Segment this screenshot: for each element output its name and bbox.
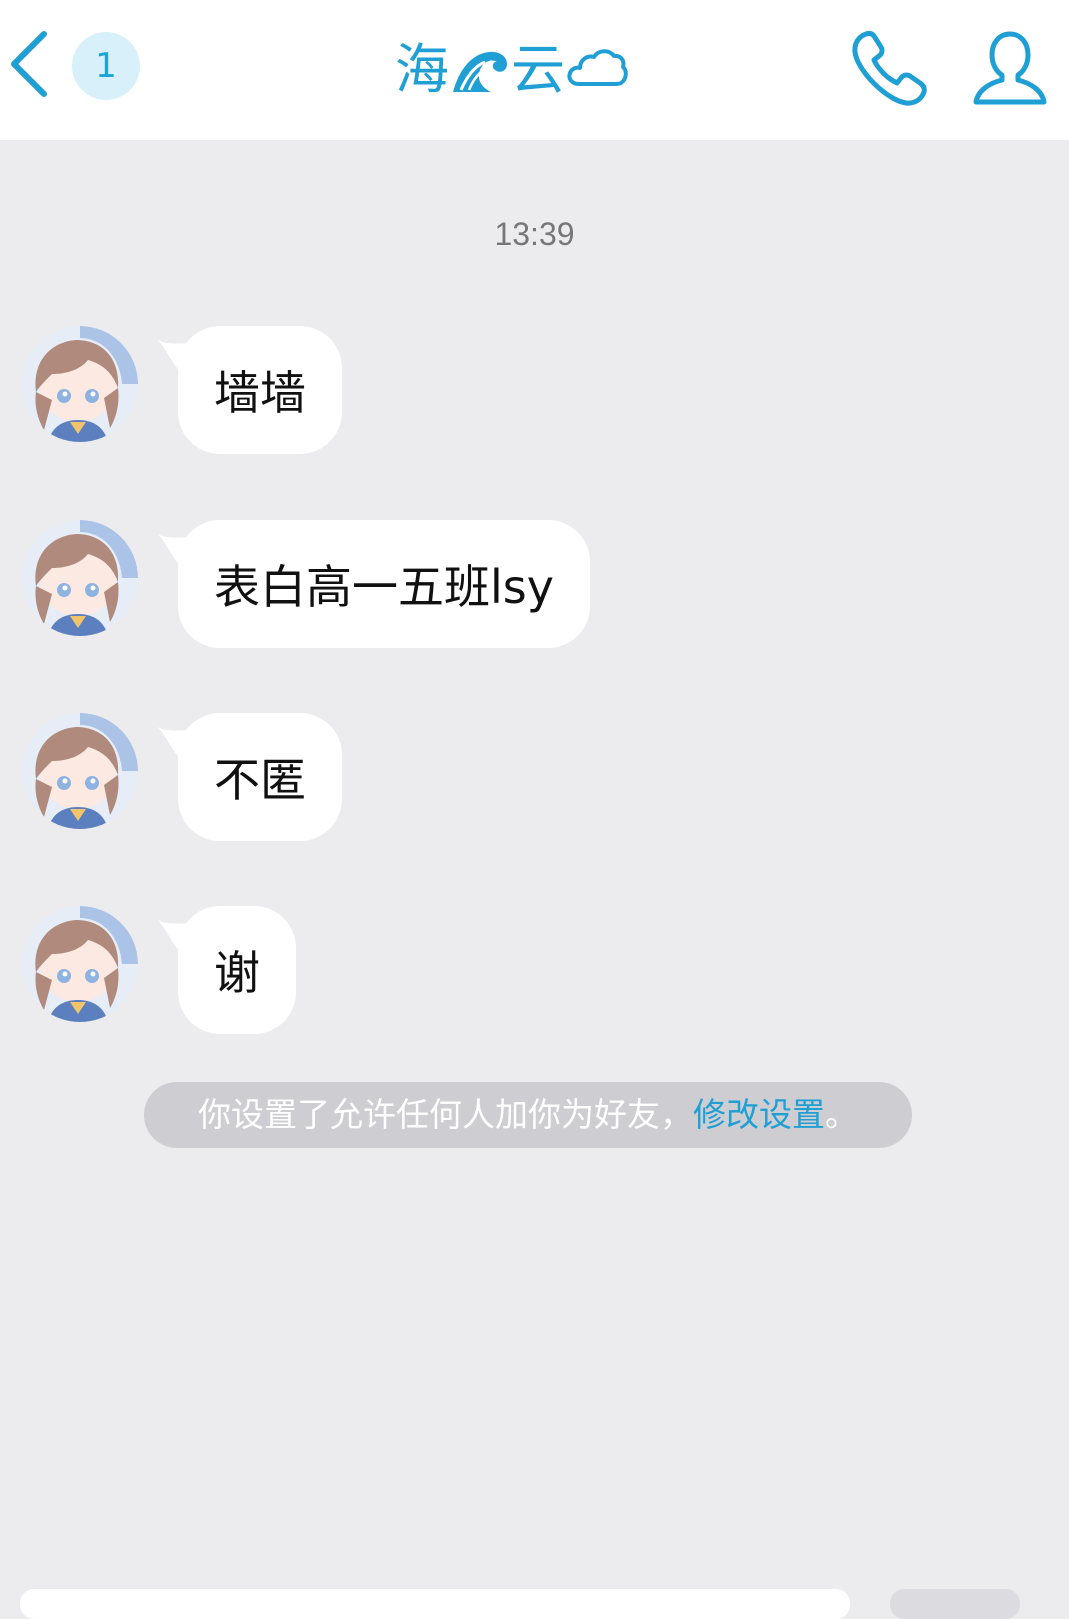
- avatar[interactable]: [22, 326, 138, 442]
- wave-icon: [449, 40, 511, 100]
- message-bubble[interactable]: 谢: [178, 906, 296, 1034]
- message-row: 表白高一五班lsy: [0, 520, 1069, 660]
- title-text-1: 海: [395, 38, 449, 101]
- notice-text: 你设置了允许任何人加你为好友，: [198, 1095, 693, 1134]
- message-bubble[interactable]: 表白高一五班lsy: [178, 520, 590, 648]
- user-icon: [973, 31, 1047, 105]
- avatar-illustration-icon: [22, 520, 138, 636]
- chat-title: 海 云: [395, 30, 655, 110]
- avatar[interactable]: [22, 520, 138, 636]
- notice-suffix: 。: [825, 1095, 858, 1134]
- message-input[interactable]: [20, 1589, 850, 1619]
- message-bubble[interactable]: 墙墙: [178, 326, 342, 454]
- profile-button[interactable]: [970, 26, 1050, 110]
- cloud-icon: [565, 46, 629, 94]
- voice-call-button[interactable]: [848, 26, 932, 110]
- friend-setting-notice: 你设置了允许任何人加你为好友，修改设置。: [144, 1082, 912, 1148]
- avatar-illustration-icon: [22, 906, 138, 1022]
- modify-settings-link[interactable]: 修改设置: [693, 1095, 825, 1134]
- phone-icon: [852, 30, 927, 106]
- message-row: 墙墙: [0, 326, 1069, 466]
- unread-count-badge[interactable]: 1: [72, 32, 140, 100]
- back-button[interactable]: [6, 28, 56, 100]
- avatar-illustration-icon: [22, 713, 138, 829]
- title-text-2: 云: [511, 38, 565, 101]
- avatar-illustration-icon: [22, 326, 138, 442]
- message-row: 不匿: [0, 713, 1069, 853]
- message-row: 谢: [0, 906, 1069, 1046]
- message-timestamp: 13:39: [494, 216, 575, 252]
- chat-header: 1 海 云: [0, 0, 1069, 140]
- send-button[interactable]: [890, 1589, 1020, 1619]
- message-bubble[interactable]: 不匿: [178, 713, 342, 841]
- avatar[interactable]: [22, 713, 138, 829]
- chevron-left-icon: [11, 31, 47, 97]
- avatar[interactable]: [22, 906, 138, 1022]
